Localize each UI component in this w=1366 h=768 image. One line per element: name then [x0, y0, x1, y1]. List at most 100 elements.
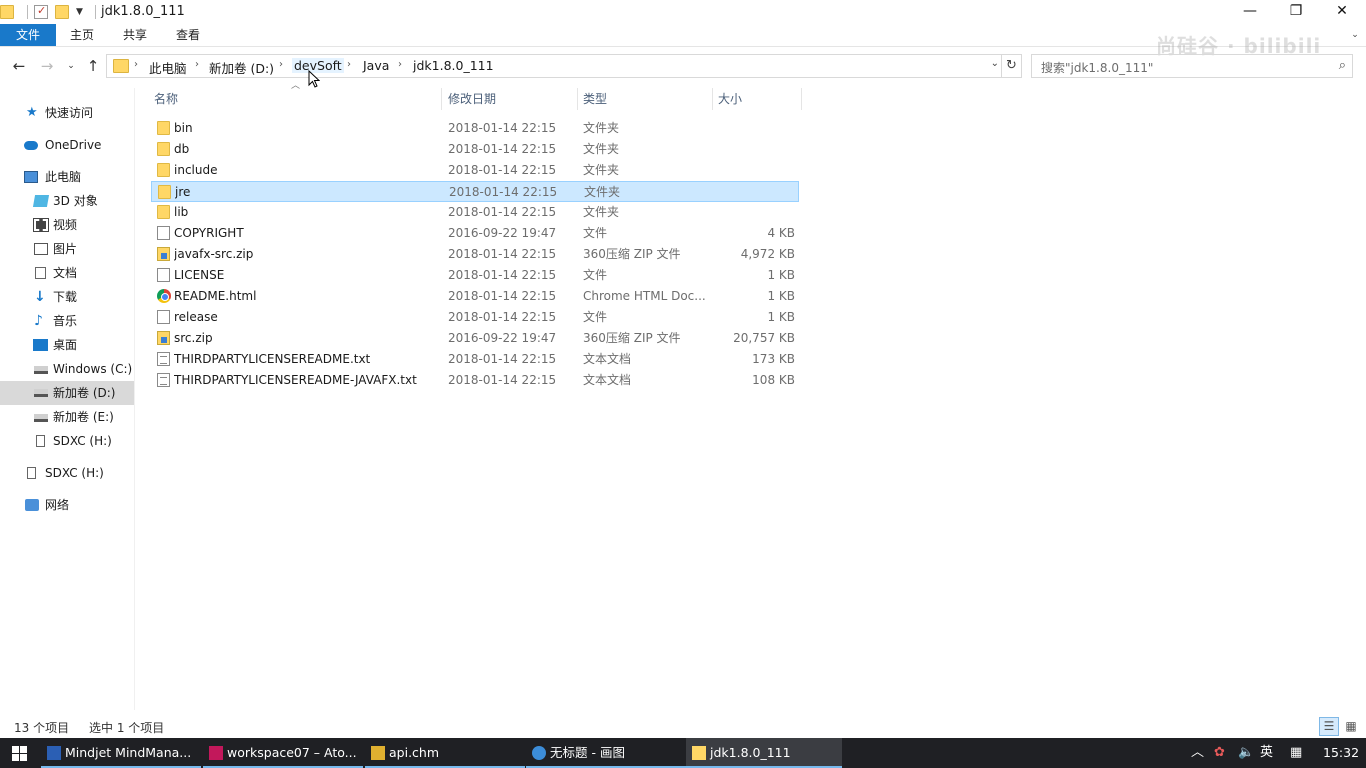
file-type: 文本文档 [583, 373, 632, 387]
tab-home[interactable]: 主页 [70, 24, 94, 46]
sidebar-item-documents[interactable]: 文档 [0, 262, 134, 284]
search-input[interactable]: 搜索"jdk1.8.0_111" [1041, 59, 1153, 76]
file-name: THIRDPARTYLICENSEREADME.txt [174, 352, 371, 366]
file-row[interactable]: lib 2018-01-14 22:15 文件夹 [151, 202, 799, 223]
large-icons-view-icon[interactable]: ▦ [1341, 717, 1361, 736]
column-header-name[interactable]: 名称 [150, 88, 442, 110]
search-icon[interactable]: ⌕ [1339, 58, 1346, 73]
sidebar-item-drive-c[interactable]: Windows (C:) [0, 358, 134, 380]
file-row[interactable]: jre 2018-01-14 22:15 文件夹 [151, 181, 799, 202]
column-header-date[interactable]: 修改日期 [444, 88, 578, 110]
sidebar-item-pictures[interactable]: 图片 [0, 238, 134, 260]
sidebar-item-3d-objects[interactable]: 3D 对象 [0, 190, 134, 212]
chevron-right-icon[interactable]: › [195, 59, 199, 70]
details-view-icon[interactable]: ☰ [1319, 717, 1339, 736]
minimize-button[interactable]: — [1227, 0, 1273, 24]
text-file-icon [157, 373, 170, 387]
separator [27, 5, 28, 19]
close-button[interactable]: ✕ [1319, 0, 1365, 24]
folder-icon [157, 205, 170, 219]
chevron-right-icon[interactable]: › [347, 59, 351, 70]
chevron-right-icon[interactable]: › [279, 59, 283, 70]
volume-icon[interactable]: 🔈 [1238, 738, 1254, 768]
up-arrow-icon[interactable]: ↑ [83, 56, 103, 76]
pane-divider[interactable] [134, 88, 135, 710]
back-arrow-icon[interactable]: ← [9, 56, 29, 76]
refresh-icon[interactable]: ↻ [1002, 54, 1022, 78]
chevron-down-icon[interactable]: ▼ [76, 7, 83, 17]
file-row[interactable]: THIRDPARTYLICENSEREADME-JAVAFX.txt 2018-0… [151, 370, 799, 391]
sidebar-item-drive-d[interactable]: 新加卷 (D:) [0, 381, 134, 405]
file-type: 文件夹 [583, 142, 620, 156]
file-row[interactable]: src.zip 2016-09-22 19:47 360压缩 ZIP 文件 20,75… [151, 328, 799, 349]
quick-access-toolbar: ▼ [0, 3, 102, 21]
search-box[interactable]: 搜索"jdk1.8.0_111" ⌕ [1031, 54, 1353, 78]
file-row[interactable]: README.html 2018-01-14 22:15 Chrome HTML D… [151, 286, 799, 307]
forward-arrow-icon[interactable]: → [37, 56, 57, 76]
chevron-right-icon[interactable]: › [134, 59, 138, 70]
breadcrumb-java[interactable]: Java [363, 58, 389, 73]
new-folder-icon[interactable] [55, 5, 69, 19]
file-row[interactable]: THIRDPARTYLICENSEREADME.txt 2018-01-14 22… [151, 349, 799, 370]
start-button[interactable] [0, 738, 38, 768]
column-header-type[interactable]: 类型 [579, 88, 713, 110]
chevron-right-icon[interactable]: › [398, 59, 402, 70]
input-method-indicator[interactable]: 英 [1260, 738, 1273, 768]
clock[interactable]: 15:32 [1323, 738, 1359, 768]
breadcrumb-this-pc[interactable]: 此电脑 [149, 58, 187, 77]
sidebar-item-music[interactable]: ♪ 音乐 [0, 310, 134, 332]
expand-ribbon-icon[interactable]: ⌄ [1348, 28, 1362, 42]
window-title: jdk1.8.0_111 [101, 4, 185, 19]
file-row[interactable]: db 2018-01-14 22:15 文件夹 [151, 139, 799, 160]
file-type: 文件 [583, 310, 608, 324]
sidebar-item-onedrive[interactable]: OneDrive [0, 134, 134, 156]
file-row[interactable]: javafx-src.zip 2018-01-14 22:15 360压缩 ZIP … [151, 244, 799, 265]
sidebar-item-network[interactable]: 网络 [0, 494, 134, 516]
tab-view[interactable]: 查看 [176, 24, 200, 46]
taskbar-app-label: workspace07 – Ato... [227, 745, 357, 760]
sidebar-item-sdxc-h[interactable]: SDXC (H:) [0, 430, 134, 452]
restore-button[interactable]: ❐ [1273, 0, 1319, 24]
file-date: 2018-01-14 22:15 [448, 247, 557, 261]
sidebar-item-sdxc-h-root[interactable]: SDXC (H:) [0, 462, 134, 484]
breadcrumb-drive-d[interactable]: 新加卷 (D:) [209, 58, 274, 77]
address-bar[interactable]: › 此电脑 › 新加卷 (D:) › devSoft › Java › jdk1… [106, 54, 1002, 78]
file-row[interactable]: include 2018-01-14 22:15 文件夹 [151, 160, 799, 181]
file-date: 2018-01-14 22:15 [448, 121, 557, 135]
file-date: 2018-01-14 22:15 [448, 310, 557, 324]
sidebar-item-desktop[interactable]: 桌面 [0, 334, 134, 356]
taskbar-app-paint[interactable]: 无标题 - 画图 [526, 738, 686, 768]
file-date: 2018-01-14 22:15 [448, 289, 557, 303]
folder-icon [157, 163, 170, 177]
drive-icon [34, 414, 48, 422]
file-row[interactable]: LICENSE 2018-01-14 22:15 文件 1 KB [151, 265, 799, 286]
address-dropdown-icon[interactable]: ⌄ [991, 58, 999, 69]
drive-icon [34, 366, 48, 374]
show-hidden-icons-icon[interactable]: ︿ [1191, 738, 1204, 768]
breadcrumb-jdk[interactable]: jdk1.8.0_111 [413, 58, 494, 73]
taskbar-app-api-chm[interactable]: api.chm [365, 738, 525, 768]
sidebar-item-this-pc[interactable]: 此电脑 [0, 166, 134, 188]
sidebar-item-label: 桌面 [53, 338, 78, 352]
sidebar-item-downloads[interactable]: ↓ 下载 [0, 286, 134, 308]
file-row[interactable]: release 2018-01-14 22:15 文件 1 KB [151, 307, 799, 328]
taskbar-app-intellij[interactable]: workspace07 – Ato... [203, 738, 363, 768]
paint-icon [532, 746, 546, 760]
sidebar-item-drive-e[interactable]: 新加卷 (E:) [0, 406, 134, 428]
file-row[interactable]: bin 2018-01-14 22:15 文件夹 [151, 118, 799, 139]
keyboard-layout-icon[interactable]: ▦ [1290, 738, 1302, 768]
file-type: 文件夹 [583, 121, 620, 135]
file-row[interactable]: COPYRIGHT 2016-09-22 19:47 文件 4 KB [151, 223, 799, 244]
app-tray-icon[interactable]: ✿ [1214, 738, 1225, 768]
taskbar-app-explorer[interactable]: jdk1.8.0_111 [686, 738, 842, 768]
recent-locations-icon[interactable]: ⌄ [61, 56, 81, 76]
sidebar-item-quick-access[interactable]: ★ 快速访问 [0, 102, 134, 124]
taskbar-app-mindjet[interactable]: Mindjet MindMana... [41, 738, 201, 768]
properties-icon[interactable] [34, 4, 48, 19]
tab-share[interactable]: 共享 [123, 24, 147, 46]
tab-file[interactable]: 文件 [0, 24, 56, 46]
file-size: 4,972 KB [740, 247, 795, 261]
sidebar-item-label: Windows (C:) [53, 362, 133, 376]
column-header-size[interactable]: 大小 [714, 88, 802, 110]
sidebar-item-videos[interactable]: 视频 [0, 214, 134, 236]
